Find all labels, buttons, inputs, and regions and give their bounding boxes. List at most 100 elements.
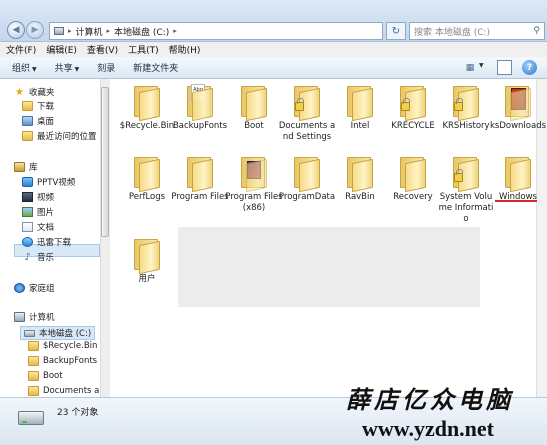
organize-button[interactable]: 组织 ▼: [12, 61, 37, 74]
nav-recent-label: 最近访问的位置: [37, 132, 97, 142]
file-item[interactable]: Program Files: [171, 155, 229, 203]
chevron-down-icon: ▼: [74, 66, 80, 73]
menu-bar: 文件(F) 编辑(E) 查看(V) 工具(T) 帮助(H): [0, 42, 547, 57]
menu-file[interactable]: 文件(F): [6, 43, 36, 56]
folder-with-book-icon: [503, 84, 533, 122]
nav-favorites-label: 收藏夹: [29, 88, 55, 98]
nav-downloads[interactable]: 下载: [22, 100, 54, 112]
breadcrumb-computer[interactable]: 计算机: [76, 25, 103, 38]
nav-music-label: 音乐: [37, 253, 55, 263]
file-item[interactable]: Documents and Settings: [278, 84, 336, 143]
folder-icon: [28, 356, 39, 366]
nav-homegroup[interactable]: 家庭组: [14, 282, 55, 294]
nav-documents[interactable]: 文档: [22, 221, 54, 233]
menu-view[interactable]: 查看(V): [87, 43, 118, 56]
back-button[interactable]: ◀: [7, 21, 25, 39]
preview-pane-button[interactable]: [497, 60, 512, 75]
file-name: BackupFonts: [172, 121, 228, 131]
file-item[interactable]: Intel: [331, 84, 389, 132]
library-icon: [14, 162, 25, 172]
nav-thunder[interactable]: 迅雷下载: [22, 236, 71, 248]
file-item[interactable]: Recovery: [384, 155, 442, 203]
search-input[interactable]: 搜索 本地磁盘 (C:) ⚲: [409, 22, 545, 40]
folder-with-media-icon: [239, 155, 269, 193]
recent-places-icon: [22, 131, 33, 141]
downloads-folder-icon: [22, 101, 33, 111]
file-name: KRSHistory: [442, 121, 490, 131]
nav-pictures[interactable]: 图片: [22, 206, 54, 218]
computer-icon: [14, 312, 25, 322]
share-button[interactable]: 共享 ▼: [55, 61, 80, 74]
nav-pptv[interactable]: PPTV视频: [22, 176, 75, 188]
computer-small-icon: [54, 27, 64, 35]
nav-boot[interactable]: Boot: [28, 371, 63, 381]
folder-icon: [132, 155, 162, 193]
file-name: $Recycle.Bin: [119, 121, 175, 131]
new-folder-button[interactable]: 新建文件夹: [133, 61, 178, 74]
nav-documents-and-settings[interactable]: Documents and: [28, 386, 100, 396]
file-item[interactable]: Abg BackupFonts: [171, 84, 229, 132]
burn-button[interactable]: 刻录: [97, 61, 115, 74]
file-item[interactable]: $Recycle.Bin: [118, 84, 176, 132]
file-item[interactable]: Windows: [489, 155, 547, 203]
file-item[interactable]: Program Files (x86): [225, 155, 283, 214]
folder-icon: [28, 386, 39, 396]
homegroup-icon: [14, 283, 25, 293]
music-icon: ♪: [24, 252, 31, 263]
file-name: System Volume Informatio: [438, 192, 494, 224]
nav-libraries[interactable]: 库: [14, 161, 38, 173]
nav-backupfonts[interactable]: BackupFonts: [28, 356, 97, 366]
watermark-title: 薛店亿众电脑: [346, 385, 514, 414]
file-item[interactable]: KRECYCLE: [384, 84, 442, 132]
file-item[interactable]: 用户: [118, 237, 176, 285]
file-item[interactable]: System Volume Informatio: [437, 155, 495, 225]
file-name: PerfLogs: [128, 192, 166, 202]
breadcrumb-local-disk[interactable]: 本地磁盘 (C:): [114, 25, 169, 38]
menu-edit[interactable]: 编辑(E): [46, 43, 77, 56]
file-name: Recovery: [393, 192, 433, 202]
folder-icon: [503, 155, 533, 193]
item-count: 23 个对象: [57, 408, 99, 418]
nav-documents-label: 文档: [37, 223, 55, 233]
pptv-icon: [22, 177, 33, 187]
refresh-button[interactable]: ↻: [386, 22, 406, 40]
nav-local-disk[interactable]: 本地磁盘 (C:): [20, 326, 96, 340]
menu-help[interactable]: 帮助(H): [169, 43, 201, 56]
breadcrumb-separator-icon: ▸: [173, 27, 177, 35]
file-item[interactable]: ksDownloads: [489, 84, 547, 132]
file-name: RavBin: [345, 192, 375, 202]
nav-computer-label: 计算机: [29, 313, 55, 323]
file-item[interactable]: KRSHistory: [437, 84, 495, 132]
file-item[interactable]: PerfLogs: [118, 155, 176, 203]
file-item[interactable]: RavBin: [331, 155, 389, 203]
file-item[interactable]: Boot: [225, 84, 283, 132]
menu-tools[interactable]: 工具(T): [128, 43, 159, 56]
drive-icon: [24, 329, 35, 337]
nav-recycle-bin[interactable]: $Recycle.Bin: [28, 341, 97, 351]
nav-docs-and-label: Documents and: [43, 386, 100, 396]
nav-scrollbar-thumb[interactable]: [101, 87, 109, 237]
chevron-down-icon[interactable]: ▼: [479, 62, 484, 69]
forward-button[interactable]: ▶: [26, 21, 44, 39]
forward-arrow-icon: ▶: [31, 25, 39, 35]
folder-icon: [28, 341, 39, 351]
folder-icon: [132, 84, 162, 122]
file-item[interactable]: ProgramData: [278, 155, 336, 203]
folder-icon: [292, 155, 322, 193]
nav-favorites[interactable]: ★ 收藏夹: [14, 86, 55, 98]
help-button[interactable]: ?: [522, 60, 537, 75]
desktop-icon: [22, 116, 33, 126]
locked-folder-icon: [292, 84, 322, 122]
nav-desktop[interactable]: 桌面: [22, 115, 54, 127]
nav-computer[interactable]: 计算机: [14, 311, 55, 323]
file-name: Documents and Settings: [278, 121, 336, 142]
address-box[interactable]: ▸ 计算机 ▸ 本地磁盘 (C:) ▸: [49, 22, 383, 40]
file-name: Program Files (x86): [225, 192, 283, 213]
nav-videos[interactable]: 视频: [22, 191, 54, 203]
nav-recent[interactable]: 最近访问的位置: [22, 130, 97, 142]
folder-icon: [185, 155, 215, 193]
view-options-button[interactable]: ▦: [461, 60, 479, 75]
chevron-down-icon: ▼: [32, 66, 37, 73]
nav-music[interactable]: ♪ 音乐: [22, 251, 54, 263]
watermark-url: www.yzdn.net: [362, 416, 495, 441]
